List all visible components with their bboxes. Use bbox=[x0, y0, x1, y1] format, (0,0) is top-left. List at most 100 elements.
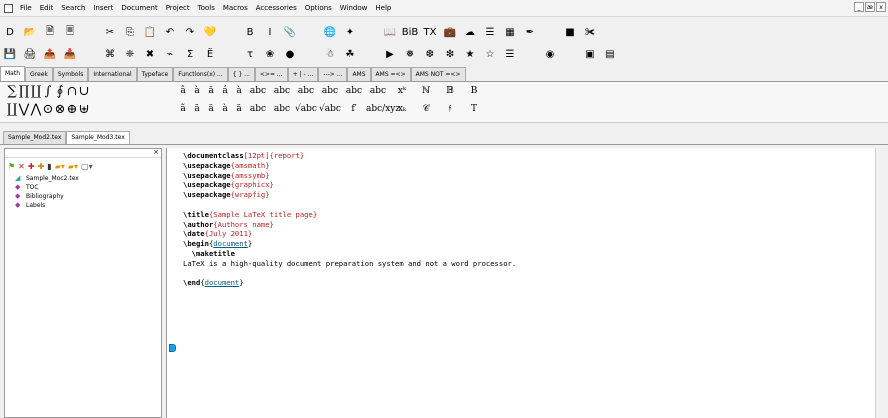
toolbar2-icon-6[interactable]: ❈ bbox=[123, 47, 137, 61]
restore-button[interactable]: æ bbox=[865, 2, 875, 12]
toolbar2-icon-20[interactable]: ❅ bbox=[403, 47, 417, 61]
toolbar2-icon-22[interactable]: ❇ bbox=[443, 47, 457, 61]
symbol-button-6[interactable]: ∪ bbox=[78, 84, 90, 99]
toolbar2-icon-21[interactable]: ❆ bbox=[423, 47, 437, 61]
minimize-button[interactable]: _ bbox=[854, 2, 864, 12]
toolbar2-icon-1[interactable]: 🖨 bbox=[23, 47, 37, 61]
toolbar-icon-12[interactable]: B bbox=[243, 25, 257, 39]
accent-button-0[interactable]: â bbox=[176, 86, 190, 96]
wide-accent-button-4[interactable]: abc bbox=[342, 86, 366, 96]
symbol-button-2-2[interactable]: ⋀ bbox=[30, 102, 42, 117]
symbol-button-2-0[interactable]: ∐ bbox=[6, 102, 18, 117]
wide-accent-button-2-2[interactable]: √abc bbox=[294, 104, 318, 114]
menu-edit[interactable]: Edit bbox=[36, 0, 58, 16]
document-icon[interactable]: ▮ bbox=[47, 162, 51, 171]
symbol-button-0[interactable]: ∑ bbox=[6, 84, 18, 99]
wide-accent-button-3[interactable]: abc bbox=[318, 86, 342, 96]
toolbar-icon-2[interactable]: 🗎 bbox=[43, 25, 57, 39]
symbol-tab-4[interactable]: Typeface bbox=[136, 67, 174, 81]
toolbar2-icon-13[interactable]: ❀ bbox=[263, 47, 277, 61]
symbol-tab-5[interactable]: Functions(x) ... bbox=[173, 67, 228, 81]
close-icon[interactable]: × bbox=[153, 148, 159, 156]
delete-icon[interactable]: ✕ bbox=[18, 162, 25, 171]
menu-help[interactable]: Help bbox=[371, 0, 395, 16]
toolbar2-icon-18[interactable] bbox=[363, 47, 377, 61]
accent-button-2[interactable]: ă bbox=[204, 86, 218, 96]
symbol-button-2-1[interactable]: ⋁ bbox=[18, 102, 30, 117]
toolbar-icon-26[interactable]: ✒ bbox=[523, 25, 537, 39]
vertical-scrollbar[interactable] bbox=[875, 148, 888, 418]
save-folder-icon[interactable]: ▰▾ bbox=[68, 162, 78, 171]
symbol-tab-0[interactable]: Math bbox=[0, 66, 26, 81]
tree-item-file[interactable]: ◢ Sample_Moc2.tex bbox=[15, 174, 161, 183]
symbol-button-2-6[interactable]: ⊎ bbox=[78, 102, 90, 117]
toolbar2-icon-8[interactable]: ⌁ bbox=[163, 47, 177, 61]
toolbar-icon-11[interactable] bbox=[223, 25, 237, 39]
wide-accent-button-7[interactable]: ℕ bbox=[414, 86, 438, 96]
pin-icon[interactable]: ✚ bbox=[28, 162, 35, 171]
menu-insert[interactable]: Insert bbox=[89, 0, 117, 16]
open-folder-icon[interactable]: ▰▾ bbox=[55, 162, 65, 171]
wide-accent-button-5[interactable]: abc bbox=[366, 86, 390, 96]
symbol-button-3[interactable]: ∫ bbox=[42, 84, 54, 99]
wide-accent-button-1[interactable]: abc bbox=[270, 86, 294, 96]
wide-accent-button-2-4[interactable]: f′ bbox=[342, 104, 366, 114]
toolbar-icon-18[interactable] bbox=[363, 25, 377, 39]
symbol-button-2-3[interactable]: ⊙ bbox=[42, 102, 54, 117]
menu-tools[interactable]: Tools bbox=[194, 0, 219, 16]
toolbar2-icon-14[interactable]: ● bbox=[283, 47, 297, 61]
toolbar2-icon-11[interactable] bbox=[223, 47, 237, 61]
tree-item-labels[interactable]: ◆ Labels bbox=[15, 201, 161, 210]
menu-macros[interactable]: Macros bbox=[219, 0, 252, 16]
toolbar-icon-10[interactable]: 💛 bbox=[203, 25, 217, 39]
toolbar2-icon-26[interactable] bbox=[523, 47, 537, 61]
tree-icon[interactable]: ⚑ bbox=[8, 162, 15, 171]
toolbar-icon-25[interactable]: ▦ bbox=[503, 25, 517, 39]
menu-file[interactable]: File bbox=[16, 0, 36, 16]
accent-button-2-1[interactable]: ā bbox=[190, 104, 204, 114]
symbol-button-4[interactable]: ∮ bbox=[54, 84, 66, 99]
toolbar2-icon-15[interactable] bbox=[303, 47, 317, 61]
toolbar-icon-28[interactable]: ■ bbox=[563, 25, 577, 39]
toolbar-icon-7[interactable]: 📋 bbox=[143, 25, 157, 39]
tab-sample-mod3[interactable]: Sample_Mod3.tex bbox=[66, 131, 130, 144]
wide-accent-button-2-7[interactable]: 𝒞 bbox=[414, 104, 438, 114]
menu-window[interactable]: Window bbox=[336, 0, 372, 16]
code-text[interactable]: \documentclass[12pt]{report} \usepackage{… bbox=[183, 151, 516, 288]
toolbar2-icon-7[interactable]: ✖ bbox=[143, 47, 157, 61]
wide-accent-button-9[interactable]: B bbox=[462, 86, 486, 96]
accent-button-1[interactable]: à bbox=[190, 86, 204, 96]
wide-accent-button-8[interactable]: 𝔹 bbox=[438, 86, 462, 96]
toolbar-icon-27[interactable] bbox=[543, 25, 557, 39]
toolbar2-icon-3[interactable]: 📥 bbox=[63, 47, 77, 61]
wide-accent-button-2-5[interactable]: abc/xyz bbox=[366, 104, 400, 114]
wide-accent-button-2-0[interactable]: abc bbox=[246, 104, 270, 114]
toolbar-icon-1[interactable]: 📂 bbox=[23, 25, 37, 39]
toolbar2-icon-24[interactable]: ☆ bbox=[483, 47, 497, 61]
menu-accessories[interactable]: Accessories bbox=[252, 0, 301, 16]
symbol-button-2-5[interactable]: ⊕ bbox=[66, 102, 78, 117]
toolbar-icon-24[interactable]: ☰ bbox=[483, 25, 497, 39]
wide-accent-button-2-6[interactable]: xₖ bbox=[390, 104, 414, 114]
symbol-button-2-4[interactable]: ⊗ bbox=[54, 102, 66, 117]
symbol-tab-2[interactable]: Symbols bbox=[52, 67, 89, 81]
symbol-tab-7[interactable]: <>= ... bbox=[254, 67, 288, 81]
toolbar-icon-9[interactable]: ↷ bbox=[183, 25, 197, 39]
symbol-tab-9[interactable]: ---> ... bbox=[318, 67, 348, 81]
wide-accent-button-2-1[interactable]: abc bbox=[270, 104, 294, 114]
toolbar-icon-17[interactable]: ✦ bbox=[343, 25, 357, 39]
tree-item-bibliography[interactable]: ◆ Bibliography bbox=[15, 192, 161, 201]
toolbar-icon-6[interactable]: ⎘ bbox=[123, 25, 137, 39]
symbol-tab-3[interactable]: International bbox=[88, 67, 137, 81]
symbol-tab-10[interactable]: AMS bbox=[347, 67, 371, 81]
accent-button-2-4[interactable]: ä bbox=[232, 104, 246, 114]
symbol-button-1[interactable]: ∏ bbox=[18, 84, 30, 99]
menu-search[interactable]: Search bbox=[57, 0, 89, 16]
wide-accent-button-2-8[interactable]: 𝔣 bbox=[438, 104, 462, 114]
symbol-button-5[interactable]: ∩ bbox=[66, 84, 78, 99]
wide-accent-button-0[interactable]: abc bbox=[246, 86, 270, 96]
toolbar-icon-29[interactable]: ✀ bbox=[583, 25, 597, 39]
toolbar2-icon-17[interactable]: ☘ bbox=[343, 47, 357, 61]
pin-alt-icon[interactable]: ✚ bbox=[38, 162, 45, 171]
wide-accent-button-6[interactable]: xᵏ bbox=[390, 86, 414, 96]
